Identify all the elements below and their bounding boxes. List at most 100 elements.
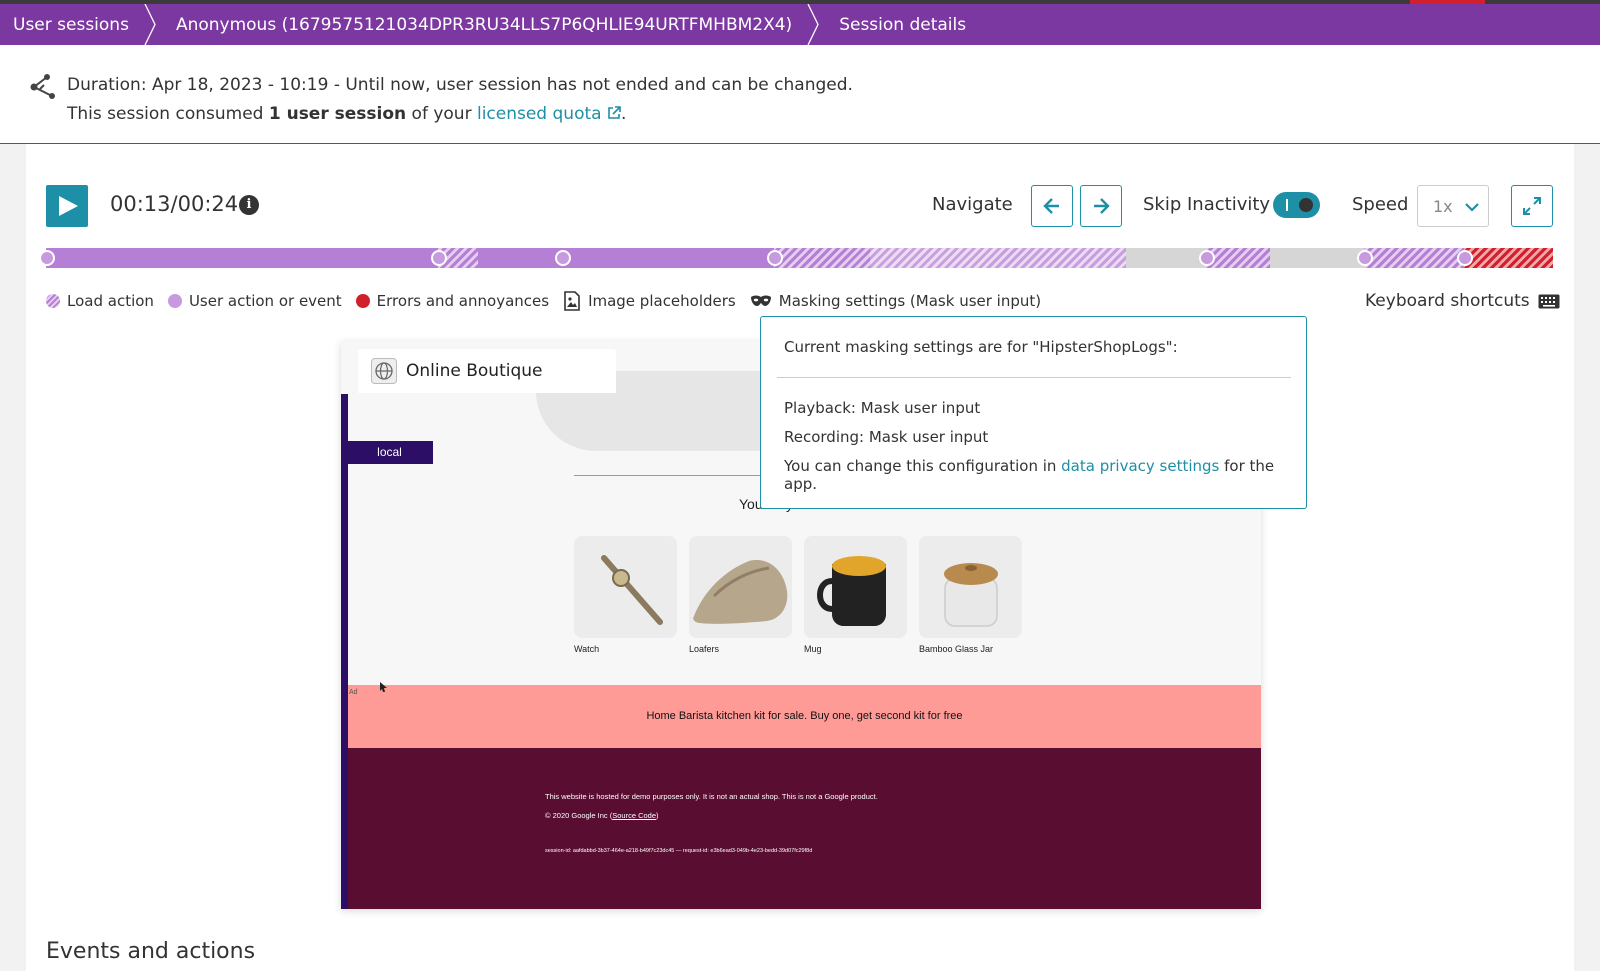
footer-session-ids: session-id: aafdabbd-3b37-464e-a218-b49f… — [545, 848, 813, 854]
arrow-left-icon — [1043, 198, 1059, 214]
footer-disclaimer: This website is hosted for demo purposes… — [545, 792, 878, 801]
footer-copyright-prefix: © 2020 Google Inc ( — [545, 811, 613, 820]
navigate-next-button[interactable] — [1080, 185, 1122, 227]
product-name: Loafers — [689, 644, 720, 654]
timeline-error-segment[interactable] — [1464, 248, 1553, 268]
keyboard-shortcuts-label: Keyboard shortcuts — [1365, 291, 1530, 311]
bamboo-glass-jar-image — [919, 536, 1022, 638]
breadcrumb-user-sessions[interactable]: User sessions — [0, 4, 143, 45]
footer-copyright: © 2020 Google Inc (Source Code) — [545, 811, 659, 820]
skip-inactivity-label: Skip Inactivity — [1143, 194, 1271, 215]
source-code-link: Source Code — [612, 811, 657, 820]
replay-tab-title: Online Boutique — [406, 361, 543, 381]
masking-config-text: You can change this configuration in dat… — [784, 457, 1306, 493]
session-info-bar: Duration: Apr 18, 2023 - 10:19 - Until n… — [0, 45, 1600, 144]
product-name: Bamboo Glass Jar — [919, 644, 994, 654]
breadcrumb-separator-icon — [143, 4, 157, 45]
consumed-prefix: This session consumed — [67, 104, 269, 124]
legend-load-action-label: Load action — [67, 292, 154, 310]
breadcrumb-anonymous-user[interactable]: Anonymous (1679575121034DPR3RU34LLS7P6QH… — [157, 4, 806, 45]
masking-tooltip-heading: Current masking settings are for "Hipste… — [784, 338, 1178, 356]
info-icon[interactable]: i — [239, 195, 259, 215]
local-badge: local — [346, 441, 433, 464]
timeline-unplayed-overlay — [870, 248, 1126, 268]
timeline-user-action-marker[interactable] — [555, 250, 571, 266]
masking-tooltip-divider — [777, 377, 1291, 378]
arrow-right-icon — [1094, 198, 1110, 214]
breadcrumb-separator-icon — [806, 4, 820, 45]
replay-cursor-icon — [380, 677, 388, 696]
errors-swatch — [355, 294, 370, 308]
timeline-user-action-marker[interactable] — [767, 250, 783, 266]
site-footer: This website is hosted for demo purposes… — [348, 748, 1261, 909]
watch-image — [574, 536, 677, 638]
external-link-icon — [608, 106, 621, 119]
legend-image-placeholders: Image placeholders — [563, 291, 736, 311]
session-duration-text: Duration: Apr 18, 2023 - 10:19 - Until n… — [67, 75, 853, 95]
timeline-load-action[interactable] — [1364, 248, 1464, 268]
speed-value: 1x — [1433, 197, 1453, 216]
footer-copyright-suffix: ) — [656, 811, 659, 820]
legend-errors-label: Errors and annoyances — [376, 292, 550, 310]
fullscreen-button[interactable] — [1511, 185, 1553, 227]
product-card-watch: Watch — [574, 536, 677, 654]
session-share-icon — [28, 72, 56, 100]
events-and-actions-heading: Events and actions — [46, 939, 256, 964]
product-card-bamboo-glass-jar: Bamboo Glass Jar — [919, 536, 1022, 654]
toggle-knob — [1299, 198, 1313, 212]
masking-config-prefix: You can change this configuration in — [784, 457, 1062, 475]
timeline-legend: Load action User action or event Errors … — [46, 290, 1055, 312]
keyboard-shortcuts-button[interactable]: Keyboard shortcuts — [1365, 291, 1560, 311]
timeline-user-action-marker[interactable] — [39, 250, 55, 266]
masking-playback-text: Playback: Mask user input — [784, 399, 981, 417]
user-action-swatch — [167, 294, 182, 308]
site-side-bar — [341, 394, 348, 909]
consumed-suffix: . — [620, 104, 627, 124]
fullscreen-icon — [1523, 197, 1541, 215]
legend-user-action-label: User action or event — [188, 292, 342, 310]
product-card-loafers: Loafers — [689, 536, 792, 654]
keyboard-icon — [1538, 294, 1560, 308]
masking-settings-tooltip: Current masking settings are for "Hipste… — [760, 316, 1307, 509]
ad-text: Home Barista kitchen kit for sale. Buy o… — [646, 710, 963, 722]
consumed-mid: of your — [406, 104, 477, 124]
masking-recording-text: Recording: Mask user input — [784, 428, 989, 446]
legend-errors: Errors and annoyances — [355, 292, 550, 310]
breadcrumb-session-details: Session details — [839, 14, 967, 35]
product-name: Watch — [574, 644, 600, 654]
licensed-quota-link[interactable]: licensed quota — [477, 104, 621, 124]
chevron-down-icon — [1465, 203, 1479, 212]
skip-inactivity-toggle[interactable] — [1273, 192, 1320, 218]
product-name: Mug — [804, 644, 822, 654]
speed-select[interactable]: 1x — [1417, 185, 1489, 227]
timeline-user-action-marker[interactable] — [1357, 250, 1373, 266]
toggle-on-mark — [1286, 199, 1288, 211]
load-action-swatch — [46, 294, 60, 308]
licensed-quota-label: licensed quota — [476, 104, 602, 124]
navigate-label: Navigate — [932, 194, 1013, 215]
mug-image — [804, 536, 907, 638]
session-consumption-text: This session consumed 1 user session of … — [67, 104, 626, 124]
timeline-user-action-marker[interactable] — [1199, 250, 1215, 266]
timeline-user-action-marker[interactable] — [431, 250, 447, 266]
session-timeline[interactable] — [39, 248, 1553, 268]
navigate-previous-button[interactable] — [1031, 185, 1073, 227]
legend-masking-settings[interactable]: Masking settings (Mask user input) — [750, 292, 1041, 310]
legend-user-action: User action or event — [167, 292, 342, 310]
breadcrumb: User sessions Anonymous (1679575121034DP… — [0, 4, 1600, 45]
ad-label: Ad — [349, 689, 358, 696]
legend-masking-settings-label: Masking settings (Mask user input) — [778, 292, 1042, 310]
play-button[interactable] — [46, 185, 88, 227]
play-icon — [59, 196, 78, 216]
speed-label: Speed — [1352, 194, 1409, 215]
globe-icon — [371, 358, 397, 384]
timeline-user-action-marker[interactable] — [1457, 250, 1473, 266]
ad-banner: Ad Home Barista kitchen kit for sale. Bu… — [348, 685, 1261, 748]
timeline-load-action[interactable] — [1206, 248, 1270, 268]
image-placeholder-icon — [564, 291, 580, 311]
product-card-mug: Mug — [804, 536, 907, 654]
consumed-count: 1 user session — [268, 104, 407, 124]
data-privacy-settings-link[interactable]: data privacy settings — [1061, 457, 1219, 475]
playback-time: 00:13/00:24 — [110, 192, 239, 216]
replay-tab-header: Online Boutique — [358, 349, 616, 393]
